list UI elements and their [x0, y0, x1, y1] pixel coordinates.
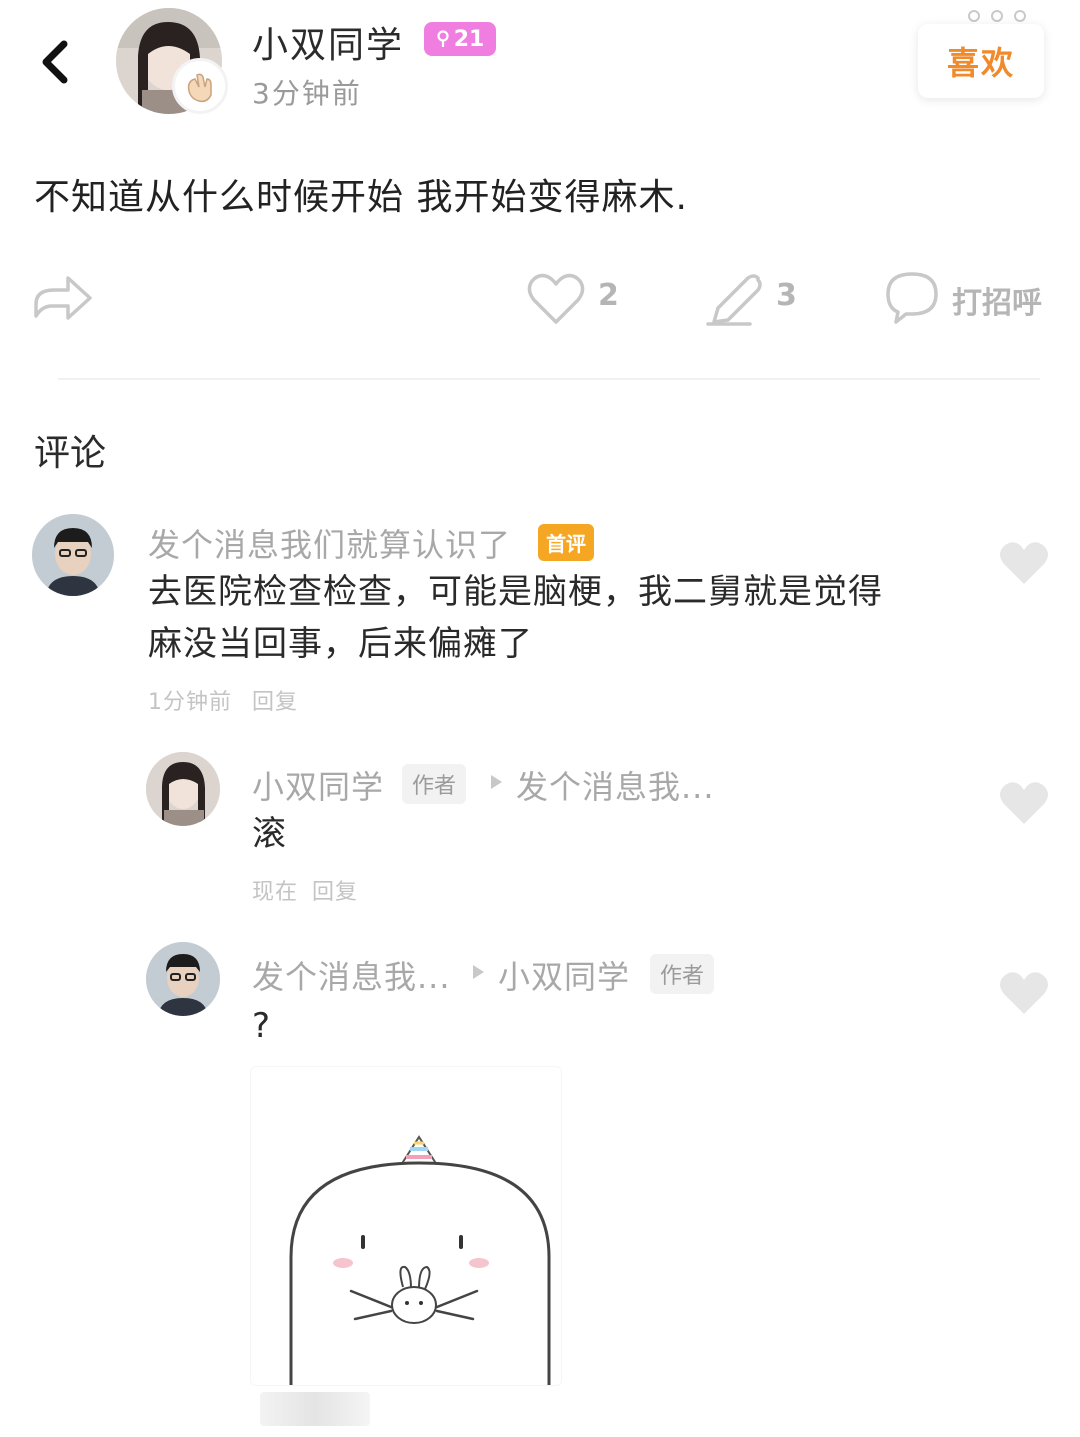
level-number: 21 — [453, 26, 485, 52]
comment-text-line1: 去医院检查检查，可能是脑梗，我二舅就是觉得 — [148, 572, 883, 612]
reply-commenter-avatar-image — [146, 942, 220, 1016]
heart-outline-icon[interactable] — [524, 266, 588, 330]
comment-time: 1分钟前 — [148, 690, 232, 715]
divider — [58, 378, 1040, 380]
reply-commenter-avatar[interactable] — [146, 942, 220, 1016]
post-text: 不知道从什么时候开始 我开始变得麻木. — [34, 177, 688, 218]
blurred-caption — [260, 1392, 370, 1426]
share-icon[interactable] — [30, 264, 94, 328]
author-tag: 作者 — [402, 764, 467, 804]
unicorn-sticker-illustration — [289, 1135, 551, 1385]
post-time: 3分钟前 — [252, 77, 362, 110]
comment-text-line2: 麻没当回事，后来偏瘫了 — [148, 624, 533, 664]
reply-arrow-icon — [491, 775, 502, 789]
reply-author[interactable]: 小双同学 — [252, 762, 384, 808]
reply-author-avatar-image — [146, 752, 220, 826]
reply-to-name[interactable]: 小双同学 — [498, 952, 630, 998]
sticker-image[interactable] — [250, 1066, 562, 1386]
level-icon — [437, 30, 449, 47]
comment-heart-icon[interactable] — [998, 540, 1050, 586]
comments-title: 评论 — [34, 433, 107, 474]
chevron-left-icon[interactable] — [28, 34, 84, 90]
level-badge: 21 — [424, 22, 496, 56]
avatar-badge — [172, 58, 228, 114]
reply-text: ? — [252, 1006, 272, 1046]
chat-bubble-icon[interactable] — [880, 264, 944, 328]
edit-pen-icon[interactable] — [704, 266, 768, 330]
comment-author[interactable]: 发个消息我们就算认识了 — [148, 520, 511, 566]
likes-count: 2 — [598, 278, 619, 313]
reply-heart-icon[interactable] — [998, 780, 1050, 826]
like-button[interactable]: 喜欢 — [918, 24, 1044, 98]
reply-author[interactable]: 发个消息我... — [252, 952, 451, 998]
reply-arrow-icon — [473, 965, 484, 979]
reply-button[interactable]: 回复 — [252, 684, 298, 716]
reply-time: 现在 — [252, 880, 299, 905]
reply-author-avatar[interactable] — [146, 752, 220, 826]
comments-count: 3 — [776, 278, 797, 313]
reply-text: 滚 — [252, 814, 287, 854]
commenter-avatar-image — [32, 514, 114, 596]
author-name[interactable]: 小双同学 — [252, 16, 404, 68]
reply-heart-icon[interactable] — [998, 970, 1050, 1016]
reply-button[interactable]: 回复 — [312, 874, 358, 906]
hand-icon — [187, 73, 212, 103]
author-tag: 作者 — [650, 954, 715, 994]
greet-label[interactable]: 打招呼 — [952, 278, 1042, 322]
more-icon[interactable] — [962, 6, 1032, 26]
commenter-avatar[interactable] — [32, 514, 114, 596]
reply-to-name[interactable]: 发个消息我... — [516, 762, 715, 808]
first-comment-tag: 首评 — [538, 524, 594, 561]
